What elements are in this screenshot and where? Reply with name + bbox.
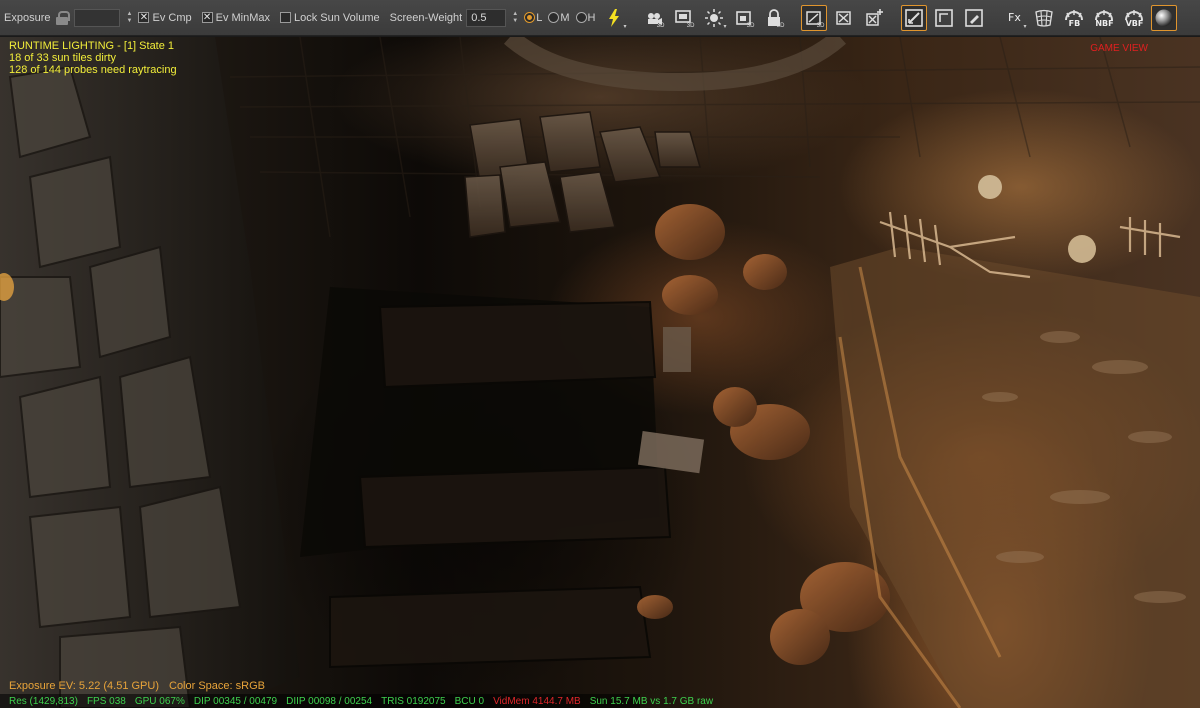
wireframe-button[interactable] [1031, 5, 1057, 31]
frame-border-icon [935, 8, 954, 27]
sun-tiles-status: 18 of 33 sun tiles dirty [9, 52, 117, 64]
runtime-lighting-title: RUNTIME LIGHTING - [1] State 1 [9, 40, 175, 52]
camera-3d-button[interactable]: 3D [641, 5, 667, 31]
nbf-button[interactable]: NBF [1091, 5, 1117, 31]
frame-border-button[interactable] [931, 5, 957, 31]
view-mode-label: GAME VIEW [1090, 43, 1148, 54]
stat-dip: DIP 00345 / 00479 [193, 695, 278, 707]
screen-weight-input[interactable] [466, 8, 507, 27]
stat-tris: TRIS 0192075 [381, 695, 446, 707]
ev-cmp-check-icon[interactable]: ✕ [138, 12, 150, 23]
quality-radio-l[interactable]: L [524, 12, 542, 24]
stat-gpu: GPU 067% [134, 695, 185, 707]
exposure-label: Exposure [4, 11, 51, 24]
toolbar: Exposure ▲ ▼ ✕ Ev Cmp ✕ Ev MinMax Lock Su… [0, 0, 1200, 36]
pencil-icon [965, 8, 984, 27]
exposure-readout: Exposure EV: 5.22 (4.51 GPU) Color Space:… [9, 680, 275, 692]
camera-3d-sub-label: 3D [656, 22, 665, 29]
radio-l-icon[interactable] [524, 12, 536, 23]
ev-minmax-checkbox[interactable]: ✕ Ev MinMax [201, 11, 271, 24]
dungeon-scene-render [0, 37, 1200, 708]
wireframe-icon [1035, 9, 1054, 27]
safe-frame-toggle-button[interactable] [901, 4, 928, 31]
game-viewport[interactable]: RUNTIME LIGHTING - [1] State 1 18 of 33 … [0, 37, 1200, 708]
fx-button[interactable]: Fx ▾ [1001, 5, 1027, 31]
quality-m-label: M [560, 11, 570, 24]
cross-section-button[interactable] [831, 5, 857, 31]
ev-cmp-checkbox[interactable]: ✕ Ev Cmp [138, 11, 192, 24]
probes-status: 128 of 144 probes need raytracing [9, 64, 177, 76]
exposure-spinner[interactable]: ▲ ▼ [124, 9, 134, 27]
vbf-label: VBF [1125, 19, 1144, 28]
sun-light-button[interactable]: ▾ [701, 5, 727, 31]
vbf-button[interactable]: VBF [1121, 5, 1147, 31]
lock-sun-check-icon[interactable] [280, 12, 292, 23]
pencil-edit-button[interactable] [961, 5, 987, 31]
screen-weight-label: Screen-Weight [389, 11, 463, 24]
stat-fps: FPS 038 [86, 695, 126, 707]
lightning-icon [609, 8, 620, 27]
grid-3d-sub-label: 3D [816, 22, 825, 29]
quality-radio-h[interactable]: H [575, 11, 596, 24]
stat-vidmem: VidMem 4144.7 MB [493, 695, 581, 707]
ev-minmax-label: Ev MinMax [215, 11, 271, 24]
stat-sun: Sun 15.7 MB vs 1.7 GB raw [589, 695, 714, 707]
color-space-text: Color Space: sRGB [169, 680, 265, 692]
material-sphere-button[interactable] [1151, 4, 1178, 31]
stat-res: Res (1429,813) [9, 695, 78, 707]
exposure-input[interactable] [74, 8, 121, 27]
quality-radio-m[interactable]: M [548, 11, 570, 24]
lock-3d-sub-label: 3D [776, 22, 785, 29]
fb-label: FB [1068, 19, 1081, 28]
lock-sun-volume-label: Lock Sun Volume [294, 11, 380, 24]
grid-3d-toggle-button[interactable]: 3D [801, 4, 828, 31]
nbf-label: NBF [1095, 19, 1114, 28]
stat-diip: DIIP 00098 / 00254 [286, 695, 373, 707]
quality-l-label: L [536, 11, 543, 24]
exposure-ev-text: Exposure EV: 5.22 (4.51 GPU) [9, 680, 159, 692]
screen-capture-3d-sub-label: 3D [686, 22, 695, 29]
ev-minmax-check-icon[interactable]: ✕ [201, 12, 213, 23]
radio-h-icon[interactable] [575, 12, 587, 23]
cross-section-icon [836, 10, 852, 25]
box-3d-button[interactable]: 3D [731, 5, 757, 31]
fb-button[interactable]: FB [1061, 5, 1087, 31]
lock-sun-volume-checkbox[interactable]: Lock Sun Volume [280, 12, 380, 24]
stat-bcu: BCU 0 [454, 695, 485, 707]
add-probe-icon [866, 8, 884, 26]
sphere-icon [1155, 9, 1173, 26]
lightning-button[interactable]: ▾ [601, 5, 627, 31]
screen-capture-3d-button[interactable]: 3D [671, 5, 697, 31]
radio-m-icon[interactable] [548, 12, 560, 23]
safe-frame-icon [905, 8, 924, 27]
lock-icon[interactable] [56, 10, 71, 25]
screen-weight-spinner[interactable]: ▲ ▼ [510, 9, 520, 27]
lock-3d-button[interactable]: 3D [761, 5, 787, 31]
add-probe-button[interactable] [861, 5, 887, 31]
sun-icon [705, 8, 724, 27]
quality-h-label: H [587, 11, 596, 24]
render-stats-bar: Res (1429,813) FPS 038 GPU 067% DIP 0034… [0, 694, 713, 708]
box-3d-sub-label: 3D [746, 22, 755, 29]
ev-cmp-label: Ev Cmp [152, 11, 192, 24]
fx-label: Fx [1008, 11, 1021, 24]
